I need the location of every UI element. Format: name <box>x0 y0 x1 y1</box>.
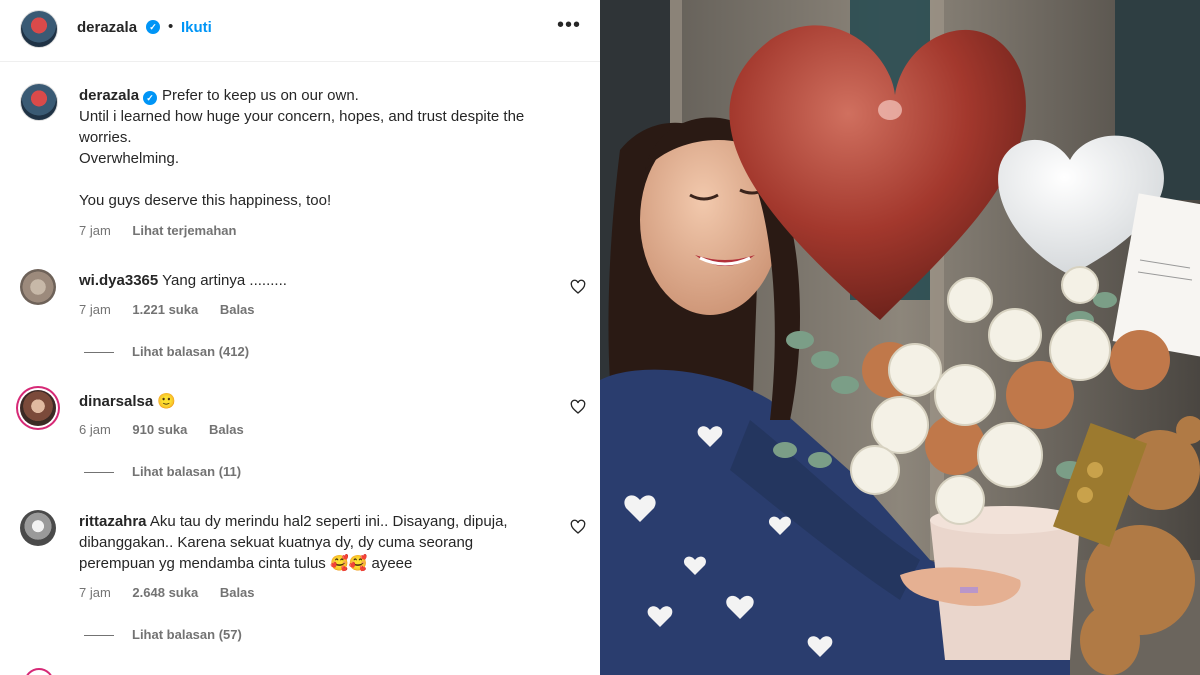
like-heart-icon[interactable] <box>570 399 586 415</box>
caption-username[interactable]: derazala <box>79 87 139 104</box>
comment-3: rittazahra Aku tau dy merindu hal2 seper… <box>79 511 549 574</box>
view-replies-button[interactable]: Lihat balasan (11) <box>84 464 241 479</box>
replies-divider <box>84 635 114 637</box>
reply-button[interactable]: Balas <box>209 422 244 437</box>
comment-avatar-widya[interactable] <box>20 269 56 305</box>
comment-1-meta: 7 jam 1.221 suka Balas <box>79 302 273 317</box>
caption-meta: 7 jam Lihat terjemahan <box>79 223 254 238</box>
comment-avatar-rittazahra[interactable] <box>20 510 56 546</box>
comment-likes[interactable]: 1.221 suka <box>132 302 198 317</box>
replies-divider <box>84 352 114 354</box>
header-separator: • <box>168 18 174 35</box>
reply-button[interactable]: Balas <box>220 302 255 317</box>
more-horizontal-icon[interactable]: ••• <box>557 14 581 37</box>
view-replies-label: Lihat balasan (412) <box>132 344 250 359</box>
comment-likes[interactable]: 2.648 suka <box>132 585 198 600</box>
comment-3-meta: 7 jam 2.648 suka Balas <box>79 585 273 600</box>
comment-likes[interactable]: 910 suka <box>132 422 187 437</box>
comment-username[interactable]: rittazahra <box>79 513 147 530</box>
comment-2: dinarsalsa 🙂 <box>79 391 549 412</box>
comment-body: 🙂 <box>157 393 177 410</box>
reply-button[interactable]: Balas <box>220 585 255 600</box>
caption-verified-icon: ✓ <box>143 91 158 105</box>
comment-time[interactable]: 7 jam <box>79 302 111 317</box>
comment-avatar-dinarsalsa[interactable] <box>20 390 56 426</box>
view-replies-button[interactable]: Lihat balasan (412) <box>84 344 249 359</box>
caption-time[interactable]: 7 jam <box>79 223 111 238</box>
comment-2-meta: 6 jam 910 suka Balas <box>79 422 262 437</box>
follow-button[interactable]: Ikuti <box>181 19 212 36</box>
caption: derazala ✓ Prefer to keep us on our own. U… <box>79 85 579 211</box>
view-replies-label: Lihat balasan (11) <box>132 464 242 479</box>
view-replies-button[interactable]: Lihat balasan (57) <box>84 627 242 642</box>
comments-panel: derazala ✓ • Ikuti ••• derazala ✓ Prefer t… <box>0 0 600 675</box>
like-heart-icon[interactable] <box>570 279 586 295</box>
comment-body: Yang artinya ......... <box>162 272 287 289</box>
view-replies-label: Lihat balasan (57) <box>132 627 242 642</box>
verified-badge-icon: ✓ <box>146 20 160 34</box>
caption-author-avatar[interactable] <box>20 83 58 121</box>
caption-body: Prefer to keep us on our own. Until i le… <box>79 87 525 209</box>
post-photo <box>600 0 1200 675</box>
comment-1: wi.dya3365 Yang artinya ......... <box>79 270 549 291</box>
comment-username[interactable]: dinarsalsa <box>79 393 153 410</box>
replies-divider <box>84 472 114 474</box>
translate-button[interactable]: Lihat terjemahan <box>132 223 236 238</box>
like-heart-icon[interactable] <box>570 519 586 535</box>
comment-time[interactable]: 6 jam <box>79 422 111 437</box>
post-header: derazala ✓ • Ikuti ••• <box>0 0 600 62</box>
comment-username[interactable]: wi.dya3365 <box>79 272 158 289</box>
author-avatar[interactable] <box>20 10 58 48</box>
author-username[interactable]: derazala <box>77 19 137 36</box>
next-comment-avatar[interactable] <box>24 668 54 675</box>
comment-time[interactable]: 7 jam <box>79 585 111 600</box>
photo-illustration <box>600 0 1200 675</box>
